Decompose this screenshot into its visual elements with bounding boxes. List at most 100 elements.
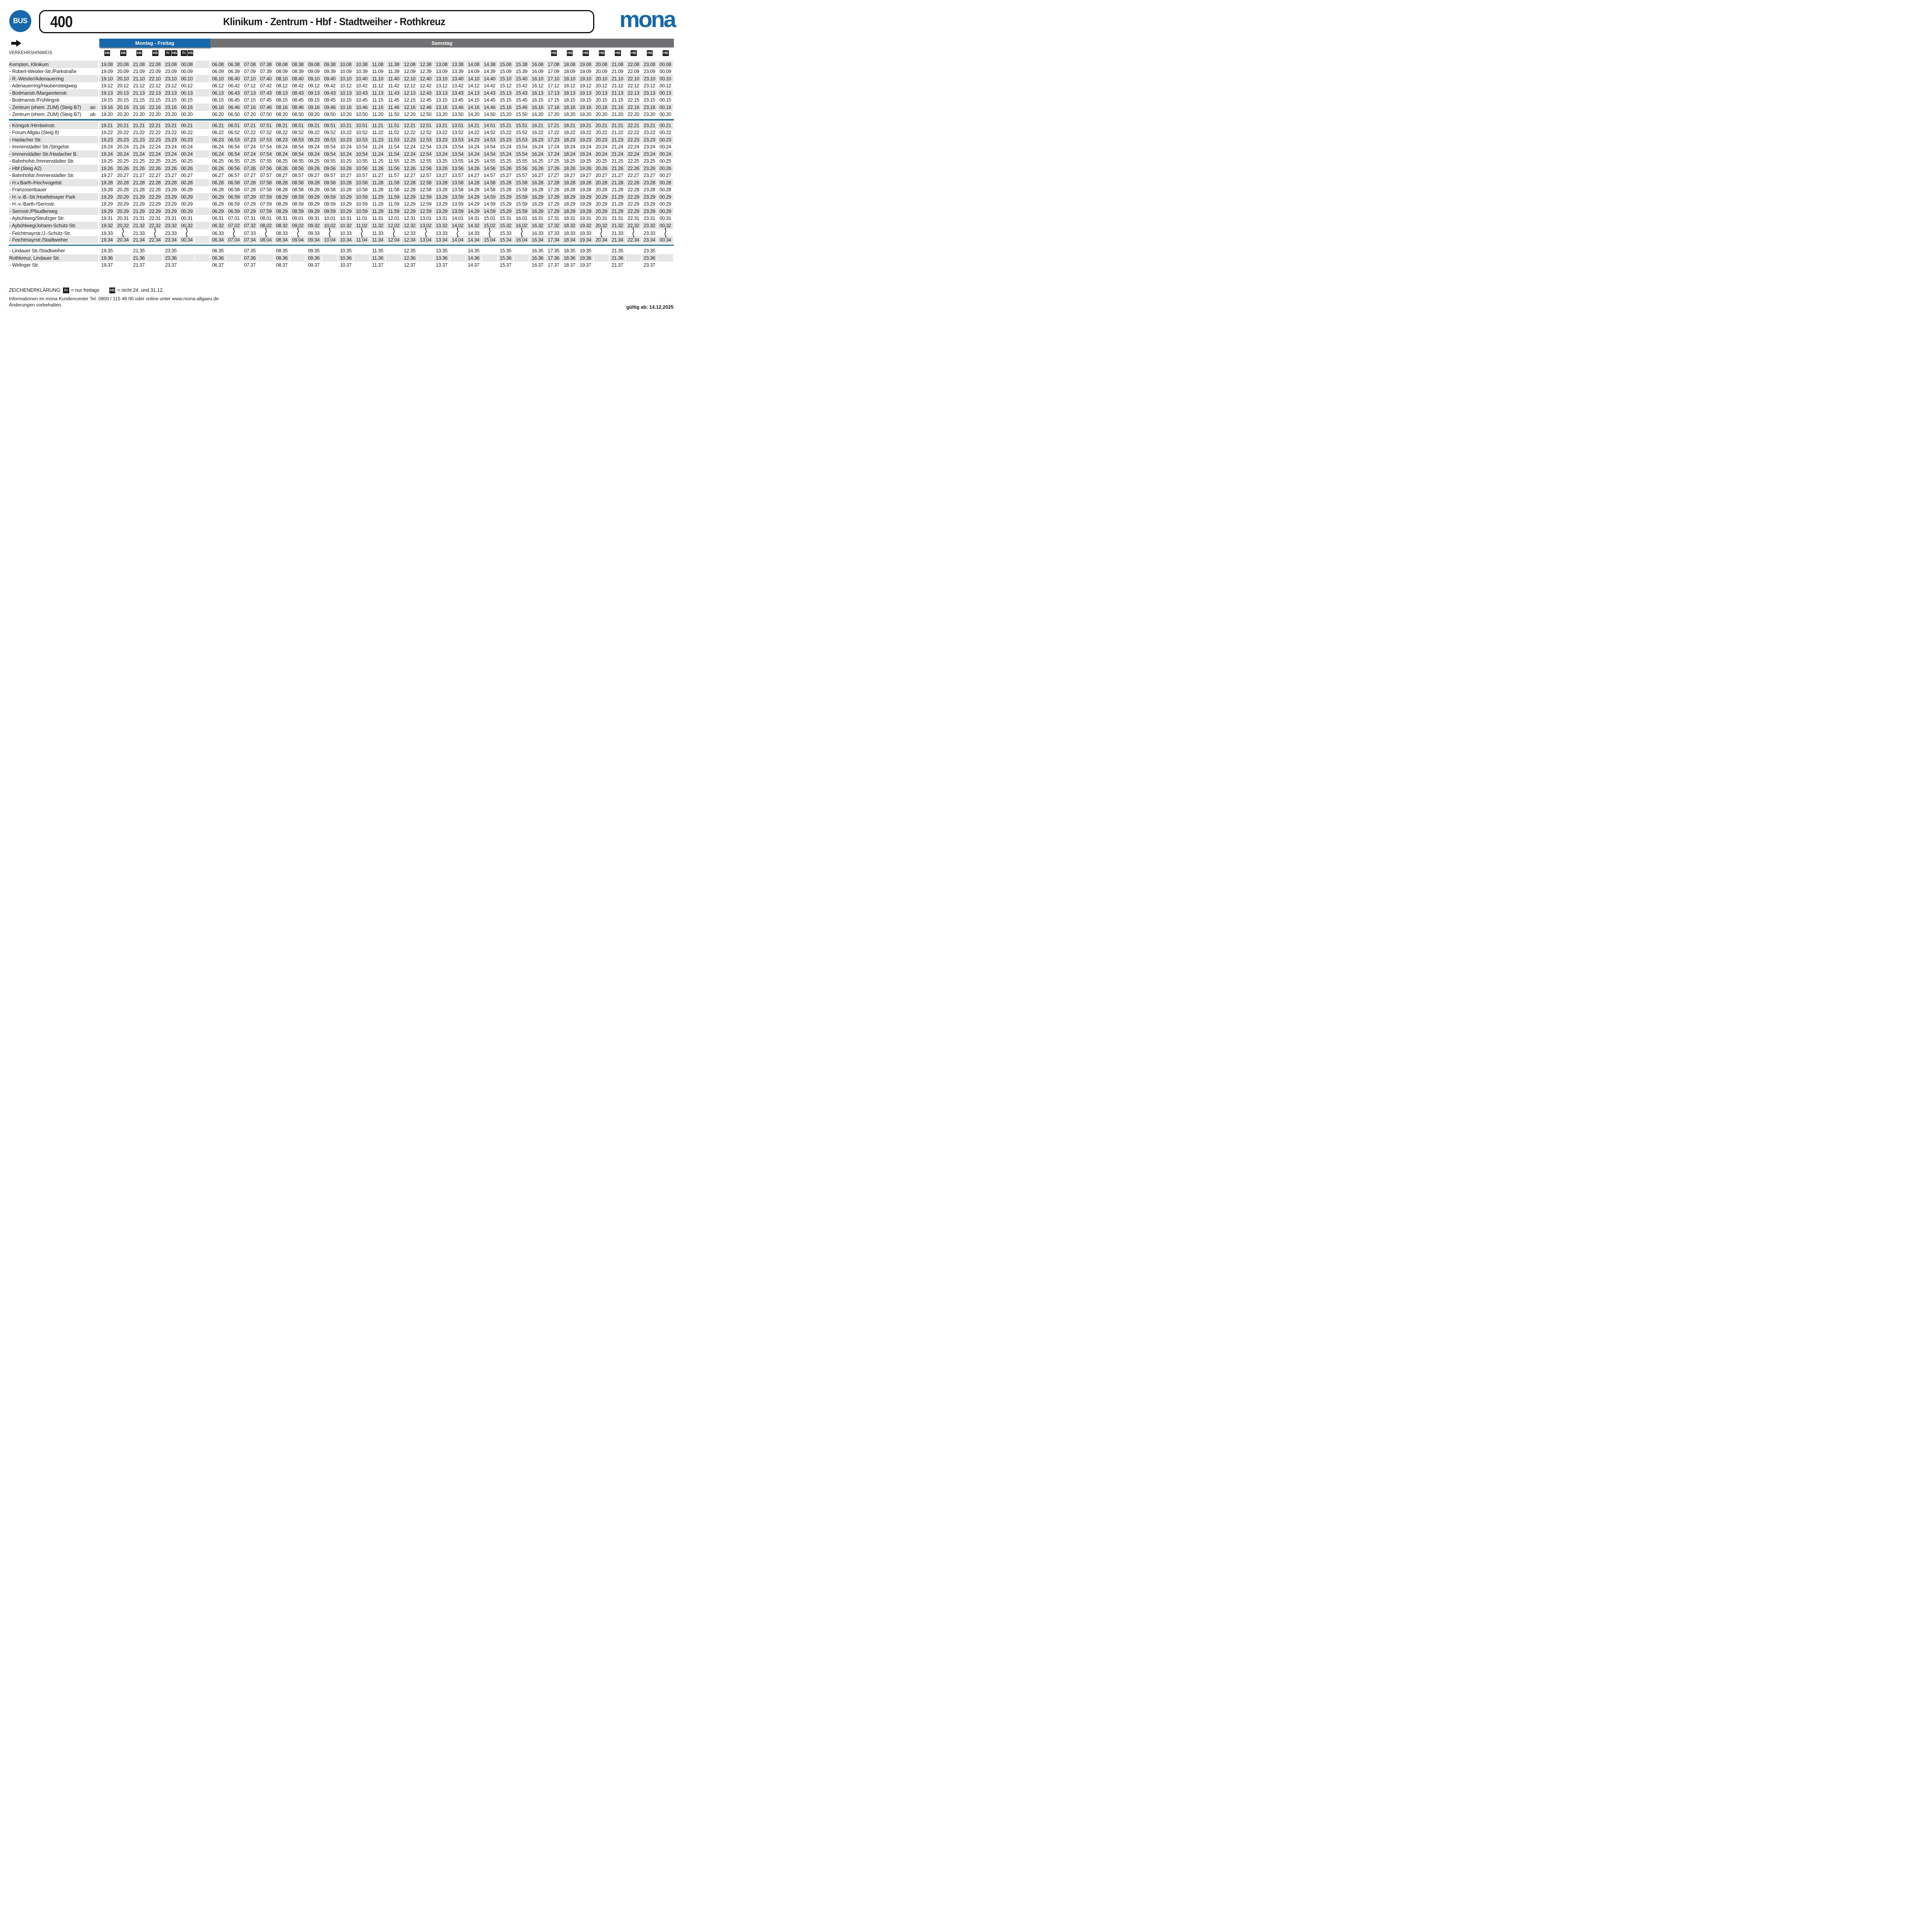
time-cell: 11.25	[370, 158, 386, 165]
time-cell: 06.28	[210, 186, 226, 194]
time-cell: 23.32	[642, 222, 658, 229]
time-cell: 13.59	[450, 208, 466, 215]
time-cell: 23.25	[642, 158, 658, 165]
time-cell: 11.26	[370, 165, 386, 172]
time-cell: 06.08	[210, 61, 226, 68]
time-cell: 07.21	[242, 122, 258, 129]
time-cell: 09.10	[306, 75, 322, 82]
time-cell: 18.35	[562, 247, 578, 255]
time-cell: 14.46	[482, 104, 498, 111]
column-gap	[195, 186, 210, 194]
time-cell: 15.27	[498, 172, 514, 179]
time-cell: 23.34	[163, 236, 179, 243]
time-cell: 07.40	[258, 75, 274, 82]
time-cell: 08.59	[290, 208, 306, 215]
time-cell	[626, 262, 642, 269]
time-cell: 06.24	[210, 143, 226, 151]
time-cell: 07.27	[242, 172, 258, 179]
time-cell: 16.35	[530, 247, 546, 255]
time-cell: 00.09	[658, 68, 673, 75]
time-cell: 09.58	[322, 179, 338, 186]
time-cell: 09.46	[322, 104, 338, 111]
stop-name: - R.-Weixler/Adenauerring	[9, 76, 95, 82]
stop-row: - H.-v.-B.-Str./Hoefelmayer Park19.2920.…	[9, 193, 674, 201]
badge-cell	[322, 50, 338, 56]
time-cell: 15.46	[514, 104, 530, 111]
time-cell: 11.28	[370, 186, 386, 194]
time-cell: 15.25	[498, 158, 514, 165]
time-cell: 06.53	[226, 136, 242, 143]
time-cell: 07.54	[258, 143, 274, 151]
time-cell: 23.37	[642, 262, 658, 269]
bus-icon: BUS	[9, 10, 31, 32]
time-cell: 16.20	[530, 111, 546, 118]
stop-name-cell: - H.-v.-B.-Str./Hoefelmayer Park	[9, 193, 99, 201]
stop-row: - R.-Weixler/Adenauerring19.1020.1021.10…	[9, 75, 674, 82]
time-cell: 10.58	[354, 186, 370, 194]
time-cell	[354, 247, 370, 255]
time-cell: 00.29	[179, 193, 195, 201]
stop-name-cell: - Lindauer Str./Stadtweiher	[9, 247, 99, 255]
stop-name: Kempten, Klinikum	[9, 61, 95, 67]
stop-name-cell: - R.-Weixler/Adenauerring	[9, 75, 99, 82]
time-cell: 09.20	[306, 111, 322, 118]
time-cell: 21.20	[131, 111, 147, 118]
time-cell: 06.39	[226, 68, 242, 75]
time-cell: 09.29	[306, 193, 322, 201]
time-cell: 23.29	[163, 208, 179, 215]
time-cell: 13.58	[450, 179, 466, 186]
time-cell: 14.29	[466, 193, 482, 201]
arrival-departure-label: ab	[90, 111, 98, 117]
time-cell: 23.27	[642, 172, 658, 179]
time-cell: 12.54	[418, 150, 434, 158]
time-cell: 21.20	[610, 111, 626, 118]
time-cell: 21.31	[131, 215, 147, 222]
time-cell: 08.29	[274, 208, 290, 215]
time-cell: 06.40	[226, 75, 242, 82]
time-cell: 09.45	[322, 97, 338, 104]
stop-row: - Immenstädter Str./Strigelstr.19.2420.2…	[9, 143, 674, 151]
time-cell: 15.56	[514, 165, 530, 172]
time-cell: 20.28	[115, 186, 131, 194]
time-cell: 10.12	[338, 82, 354, 90]
time-cell: 11.08	[370, 61, 386, 68]
time-cell: 12.09	[402, 68, 418, 75]
time-cell: 22.27	[626, 172, 642, 179]
legend: ZEICHENERKLÄRUNG: Fr = nur freitags HS =…	[9, 287, 174, 293]
time-cell: 21.29	[610, 208, 626, 215]
time-cell: 00.31	[179, 215, 195, 222]
stop-name: - H.v.Barth-/Hochvogelstr.	[9, 180, 95, 185]
time-cell: 10.24	[338, 150, 354, 158]
route-number: 400	[50, 13, 73, 31]
time-cell: 09.59	[322, 208, 338, 215]
stop-name-cell: - Aybühlweg/Steufzger Str.	[9, 215, 99, 222]
time-cell: 08.08	[274, 61, 290, 68]
hs-badge: HS	[172, 50, 178, 56]
time-cell: 23.20	[642, 111, 658, 118]
time-cell: 07.23	[242, 136, 258, 143]
time-cell: 09.40	[322, 75, 338, 82]
time-cell: 11.58	[386, 186, 402, 194]
time-cell	[147, 254, 163, 262]
column-gap	[195, 247, 210, 255]
time-cell: 23.29	[642, 193, 658, 201]
hs-badge: HS	[647, 50, 653, 56]
time-cell: 08.42	[290, 82, 306, 90]
time-cell: 00.34	[658, 236, 673, 243]
time-cell: 11.31	[370, 215, 386, 222]
time-cell: 06.22	[210, 129, 226, 136]
time-cell: 06.38	[226, 61, 242, 68]
column-gap	[195, 208, 210, 215]
time-cell: 06.56	[226, 165, 242, 172]
time-cell: 09.38	[322, 61, 338, 68]
time-cell: 18.28	[562, 179, 578, 186]
time-cell: 09.04	[290, 236, 306, 243]
time-cell: 00.16	[179, 104, 195, 111]
time-cell: 14.21	[466, 122, 482, 129]
time-cell: 20.25	[115, 158, 131, 165]
time-cell: 14.27	[466, 172, 482, 179]
time-cell: 22.09	[147, 68, 163, 75]
stop-name: - Feichtmayrstr./Stadtweiher	[9, 237, 95, 243]
time-cell: 19.15	[578, 97, 594, 104]
time-cell: 09.08	[306, 61, 322, 68]
